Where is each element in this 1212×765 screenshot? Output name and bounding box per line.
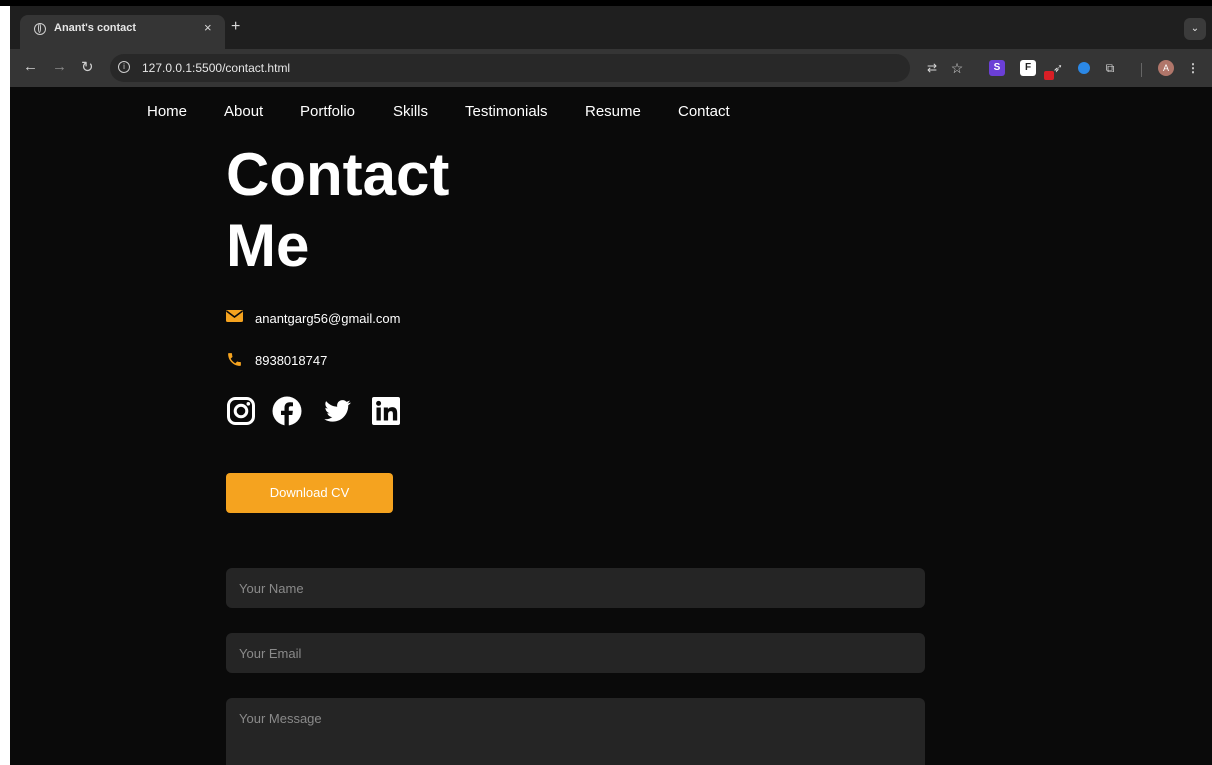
extensions-puzzle-icon[interactable]: ⧉ [1102,60,1118,76]
nav-about[interactable]: About [224,103,263,120]
message-field[interactable] [226,698,925,765]
extension-f-icon[interactable]: F [1020,60,1036,76]
email-text[interactable]: anantgarg56@gmail.com [255,311,400,326]
download-cv-button[interactable]: Download CV [226,473,393,513]
extension-s-icon[interactable]: S [989,60,1005,76]
tab-close-icon[interactable]: × [204,20,212,35]
blue-extension-icon[interactable] [1078,62,1090,74]
instagram-icon[interactable] [226,396,256,426]
nav-skills[interactable]: Skills [393,103,428,120]
toolbar-separator [1141,63,1142,77]
new-tab-button[interactable]: + [231,18,240,36]
phone-text[interactable]: 8938018747 [255,353,327,368]
page-title: Contact Me [226,139,586,281]
menu-kebab-icon[interactable]: ⋮ [1185,60,1201,76]
tab-active[interactable]: Anant's contact × [20,15,225,49]
back-icon[interactable]: ← [23,58,38,75]
envelope-icon [226,310,243,322]
nav-testimonials[interactable]: Testimonials [465,103,548,120]
translate-icon[interactable]: ⇄ [924,60,940,76]
email-field[interactable] [226,633,925,673]
tab-title: Anant's contact [54,22,137,34]
browser-toolbar: ← → ↻ i 127.0.0.1:5500/contact.html ⇄ ☆ … [10,49,1212,87]
linkedin-icon[interactable] [371,396,401,426]
globe-icon [34,23,46,35]
nav-contact[interactable]: Contact [678,103,730,120]
rocket-extension-icon[interactable]: ➶ [1050,60,1066,76]
nav-resume[interactable]: Resume [585,103,641,120]
forward-icon[interactable]: → [52,58,67,75]
bookmark-star-icon[interactable]: ☆ [949,60,965,76]
site-info-icon[interactable]: i [118,61,130,73]
tab-search-button[interactable]: ⌄ [1184,18,1206,40]
nav-portfolio[interactable]: Portfolio [300,103,355,120]
url-text[interactable]: 127.0.0.1:5500/contact.html [142,61,290,75]
reload-icon[interactable]: ↻ [81,58,94,76]
twitter-icon[interactable] [322,396,352,426]
page-title-line-1: Contact [226,141,450,208]
phone-icon [228,353,241,366]
page-content: Home About Portfolio Skills Testimonials… [10,87,1212,765]
nav-home[interactable]: Home [147,103,187,120]
page-title-line-2: Me [226,212,310,279]
tab-strip: Anant's contact × + ⌄ [10,6,1212,49]
browser-window: Anant's contact × + ⌄ ← → ↻ i 127.0.0.1:… [10,6,1212,765]
profile-avatar[interactable]: A [1158,60,1174,76]
address-bar[interactable]: i 127.0.0.1:5500/contact.html [110,54,910,82]
facebook-icon[interactable] [272,396,302,426]
screen-left-margin [0,6,10,765]
name-field[interactable] [226,568,925,608]
